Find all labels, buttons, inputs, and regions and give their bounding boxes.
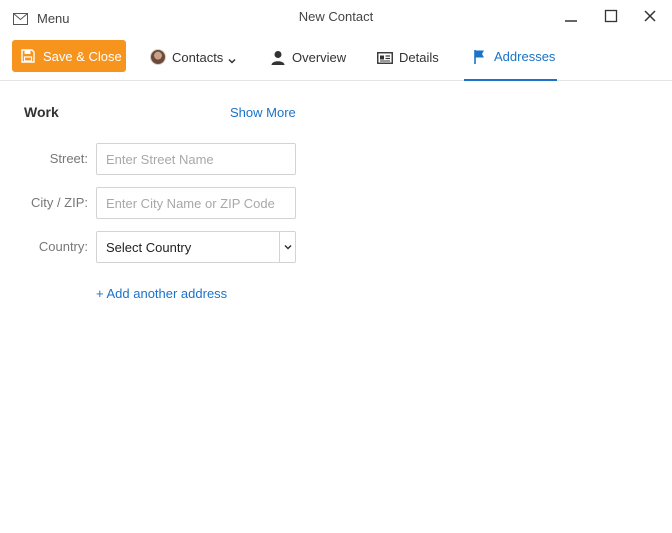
tab-addresses-label: Addresses	[494, 49, 556, 64]
maximize-icon	[604, 9, 618, 28]
street-input[interactable]	[96, 143, 296, 175]
contacts-dropdown[interactable]: Contacts	[150, 47, 236, 67]
chevron-down-icon	[228, 53, 236, 64]
country-label: Country:	[38, 239, 88, 254]
tab-addresses[interactable]: Addresses	[464, 34, 557, 81]
id-card-icon	[377, 50, 393, 66]
country-select-value: Select Country	[106, 239, 192, 255]
tab-details-label: Details	[399, 50, 439, 65]
maximize-button[interactable]	[600, 7, 622, 29]
section-title: Work	[24, 104, 59, 120]
minimize-button[interactable]	[560, 7, 582, 29]
title-bar: Menu New Contact	[0, 0, 672, 34]
close-button[interactable]	[639, 7, 661, 29]
new-contact-window: Menu New Contact Save & Close Contacts O…	[0, 0, 672, 533]
save-close-button[interactable]: Save & Close	[12, 40, 126, 72]
floppy-disk-icon	[21, 49, 35, 63]
save-close-label: Save & Close	[43, 48, 122, 64]
street-label: Street:	[49, 151, 88, 166]
toolbar: Save & Close Contacts Overview Details A…	[0, 34, 672, 81]
city-zip-input[interactable]	[96, 187, 296, 219]
tab-overview-label: Overview	[292, 50, 347, 65]
city-zip-label: City / ZIP:	[30, 195, 88, 210]
tab-details[interactable]: Details	[377, 34, 439, 81]
avatar	[150, 49, 166, 65]
tab-overview[interactable]: Overview	[270, 34, 346, 81]
person-icon	[270, 50, 286, 66]
show-more-link[interactable]: Show More	[230, 105, 296, 120]
country-select[interactable]: Select Country	[96, 231, 296, 263]
close-icon	[643, 9, 657, 28]
chevron-down-icon[interactable]	[279, 232, 295, 262]
minimize-icon	[564, 9, 578, 28]
contacts-label: Contacts	[172, 49, 224, 65]
flag-icon	[472, 49, 488, 65]
add-another-address-link[interactable]: + Add another address	[96, 286, 227, 301]
